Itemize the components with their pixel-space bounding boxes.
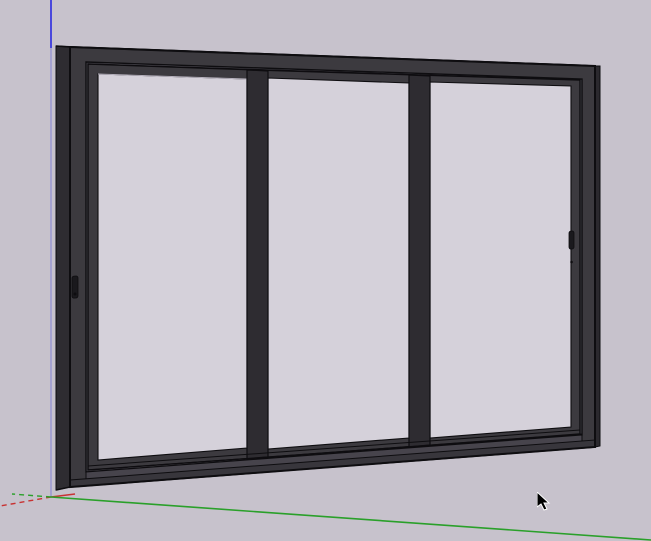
- handle-left[interactable]: [72, 276, 78, 298]
- panel-3-glass: [430, 82, 571, 438]
- sliding-door-model[interactable]: [56, 46, 600, 490]
- panel-2[interactable]: [258, 70, 418, 458]
- handle-right-pivot: [570, 261, 573, 264]
- handle-left-pivot: [74, 293, 77, 296]
- frame-left-depth: [56, 46, 70, 490]
- handle-right-body: [569, 231, 574, 249]
- panel-2-glass: [268, 78, 409, 449]
- mullion-1: [247, 70, 268, 459]
- edge-tl: [56, 46, 70, 47]
- model-viewport[interactable]: [0, 0, 651, 541]
- panel-1[interactable]: [88, 64, 256, 470]
- scene-canvas[interactable]: [0, 0, 651, 541]
- mullion-2: [409, 75, 430, 447]
- panel-1-glass: [98, 74, 247, 460]
- panel-3[interactable]: [420, 75, 580, 446]
